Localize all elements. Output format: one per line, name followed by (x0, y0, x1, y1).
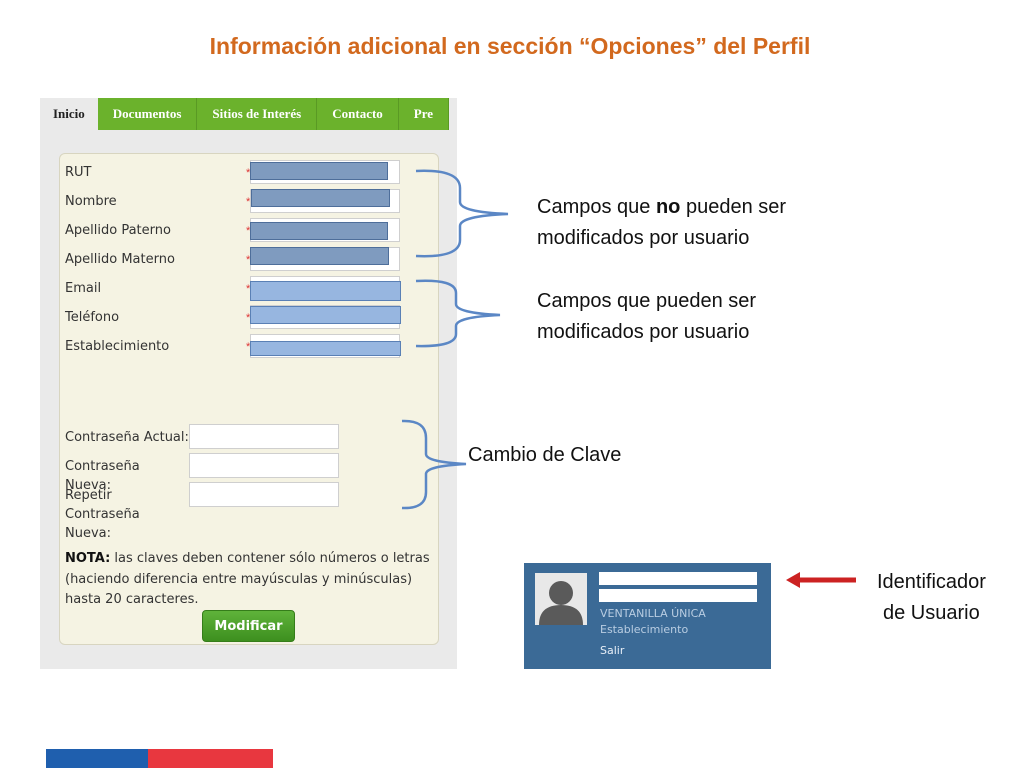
brace-password (401, 419, 467, 510)
password-note: NOTA: las claves deben contener sólo núm… (65, 549, 430, 611)
field-label-telefono: Teléfono (65, 310, 120, 325)
field-label-nombre: Nombre (65, 194, 117, 209)
profile-form: RUT * Nombre * Apellido Paterno * Apelli… (59, 153, 439, 645)
annotation-editable: Campos que pueden ser modificados por us… (537, 286, 756, 348)
annotation-text: Identificador (877, 571, 986, 593)
footer-flag-red (148, 749, 273, 768)
annotation-user-id: Identificador de Usuario (877, 567, 986, 629)
annotation-text: modificados por usuario (537, 321, 750, 343)
field-label-email: Email (65, 281, 102, 296)
footer-flag-blue (46, 749, 148, 768)
annotation-text: pueden ser (680, 196, 787, 218)
annotation-emphasis: no (655, 196, 681, 218)
redaction-mask (250, 341, 401, 356)
profile-screenshot: Inicio Documentos Sitios de Interés Cont… (40, 98, 457, 669)
redaction-mask (250, 162, 388, 180)
repeat-password-label: Repetir Contraseña Nueva: (65, 488, 140, 541)
tab-contacto[interactable]: Contacto (317, 98, 399, 130)
redaction-mask (251, 189, 390, 207)
user-silhouette-icon (539, 581, 583, 625)
field-label-establecimiento: Establecimiento (65, 339, 170, 354)
annotation-text: de Usuario (883, 602, 980, 624)
note-text: las claves deben contener sólo números o… (65, 551, 430, 607)
redaction-mask (250, 247, 389, 265)
redaction-mask (250, 306, 401, 324)
tab-inicio[interactable]: Inicio (40, 98, 98, 130)
annotation-text: Campos que pueden ser (537, 290, 757, 312)
field-label-apellido-materno: Apellido Materno (65, 252, 175, 267)
tab-pre[interactable]: Pre (398, 98, 450, 130)
brace-editable (415, 279, 501, 348)
modificar-button[interactable]: Modificar (202, 610, 295, 642)
arrow-left-icon (786, 572, 856, 588)
redaction-mask (250, 222, 388, 240)
tab-sitios-de-interes[interactable]: Sitios de Interés (197, 98, 318, 130)
field-label-apellido-paterno: Apellido Paterno (65, 223, 171, 238)
brace-non-editable (415, 169, 509, 258)
user-role: VENTANILLA ÚNICA (600, 607, 706, 620)
redaction-mask (599, 572, 757, 585)
annotation-text: Campos que (537, 196, 656, 218)
annotation-password-change: Cambio de Clave (468, 444, 622, 466)
slide-title: Información adicional en sección “Opcion… (209, 33, 811, 59)
annotation-text: modificados por usuario (537, 227, 750, 249)
avatar (535, 573, 587, 625)
annotation-non-editable: Campos que no pueden ser modificados por… (537, 192, 786, 254)
field-label-rut: RUT (65, 165, 92, 180)
redaction-mask (250, 281, 401, 301)
new-password-input[interactable] (189, 453, 339, 478)
user-establishment: Establecimiento (600, 623, 689, 636)
repeat-password-input[interactable] (189, 482, 339, 507)
tab-documentos[interactable]: Documentos (97, 98, 198, 130)
note-prefix: NOTA: (65, 551, 111, 566)
current-password-input[interactable] (189, 424, 339, 449)
redaction-mask (599, 589, 757, 602)
nav-tabs: Inicio Documentos Sitios de Interés Cont… (40, 98, 457, 130)
current-password-label: Contraseña Actual: (65, 430, 189, 445)
user-identifier-widget: VENTANILLA ÚNICA Establecimiento Salir (524, 563, 771, 669)
logout-link[interactable]: Salir (600, 644, 624, 657)
